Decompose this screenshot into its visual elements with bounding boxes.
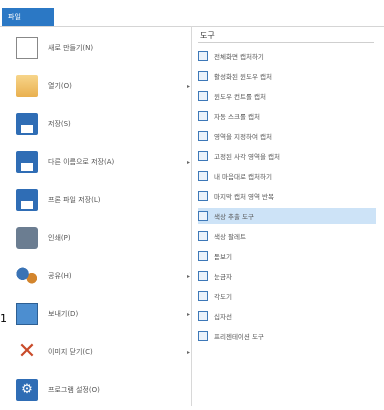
tools-menu-item[interactable]: 전체화면 캡처하기: [198, 48, 376, 64]
save-copy-icon: [16, 189, 38, 211]
submenu-arrow-icon: ▸: [186, 348, 190, 356]
tools-menu-item-label: 내 마음대로 캡처하기: [214, 173, 272, 181]
menu-bar: 파일: [0, 0, 384, 26]
file-menu-item[interactable]: 다른 이름으로 저장(A) ▸: [16, 146, 196, 178]
tool-icon: [198, 311, 208, 321]
tools-menu-item[interactable]: 자동 스크롤 캡처: [198, 108, 376, 124]
tool-icon: [198, 271, 208, 281]
file-menu-item-label: 열기(O): [48, 82, 72, 90]
tools-menu-item-label: 전체화면 캡처하기: [214, 53, 264, 61]
file-menu-item-label: 저장(S): [48, 120, 71, 128]
submenu-arrow-icon: ▸: [186, 310, 190, 318]
file-menu-item[interactable]: 공유(H) ▸: [16, 260, 196, 292]
tools-section-title: 도구: [200, 31, 215, 40]
tools-menu-item-label: 자동 스크롤 캡처: [214, 113, 260, 121]
printer-icon: [16, 227, 38, 249]
submenu-arrow-icon: ▸: [186, 82, 190, 90]
close-x-icon: ✕: [17, 339, 37, 364]
tool-icon: [198, 131, 208, 141]
tools-menu-item-label: 마지막 캡처 영역 반복: [214, 193, 275, 201]
file-menu-left-column: 새로 만들기(N) 열기(O) ▸ 저장(S) 다른 이름으로 저장(A) ▸ 프론 파일 …: [8, 26, 192, 406]
tool-icon: [198, 191, 208, 201]
tools-menu-item[interactable]: 고정된 사각 영역을 캡처: [198, 148, 376, 164]
tools-menu-item[interactable]: 색상 추출 도구: [198, 208, 376, 224]
file-menu-item[interactable]: 인쇄(P): [16, 222, 196, 254]
tool-icon: [198, 211, 208, 221]
tools-menu-item-label: 십자선: [214, 313, 232, 321]
tool-icon: [198, 51, 208, 61]
submenu-arrow-icon: ▸: [186, 158, 190, 166]
tools-menu-item-label: 활성화된 윈도우 캡처: [214, 73, 272, 81]
tools-submenu: 도구 전체화면 캡처하기활성화된 윈도우 캡처윈도우 컨트롤 캡처자동 스크롤 …: [196, 26, 382, 406]
save-as-icon: [16, 151, 38, 173]
file-menu-item-label: 새로 만들기(N): [48, 44, 94, 52]
tool-icon: [198, 111, 208, 121]
tool-icon: [198, 291, 208, 301]
tools-menu-item-label: 영역을 지정하여 캡처: [214, 133, 272, 141]
tools-menu-item[interactable]: 십자선: [198, 308, 376, 324]
document-icon: [16, 37, 38, 59]
tools-menu-item-label: 눈금자: [214, 273, 232, 281]
tools-menu-item-label: 돋보기: [214, 253, 232, 261]
annotation-number: 1: [0, 312, 7, 325]
file-menu-item[interactable]: ✕ 이미지 닫기(C) ▸: [16, 336, 196, 368]
tools-menu-item-label: 색상 팔레트: [214, 233, 246, 241]
file-menu-item-label: 프론 파일 저장(L): [48, 196, 101, 204]
tools-menu-item[interactable]: 눈금자: [198, 268, 376, 284]
tools-menu-item-label: 고정된 사각 영역을 캡처: [214, 153, 280, 161]
send-icon: [16, 303, 38, 325]
tools-menu-item[interactable]: 각도기: [198, 288, 376, 304]
tool-icon: [198, 91, 208, 101]
file-menu-item[interactable]: 저장(S): [16, 108, 196, 140]
tool-icon: [198, 251, 208, 261]
tool-icon: [198, 331, 208, 341]
file-menu-item[interactable]: 프론 파일 저장(L): [16, 184, 196, 216]
file-menu-item-label: 프로그램 설정(O): [48, 386, 100, 394]
tools-menu-item[interactable]: 영역을 지정하여 캡처: [198, 128, 376, 144]
tools-menu-item[interactable]: 활성화된 윈도우 캡처: [198, 68, 376, 84]
file-menu-item[interactable]: 열기(O) ▸: [16, 70, 196, 102]
file-menu-item[interactable]: ⚙ 프로그램 설정(O): [16, 374, 196, 406]
tool-icon: [198, 171, 208, 181]
tools-menu-item-label: 윈도우 컨트롤 캡처: [214, 93, 266, 101]
tools-menu-item[interactable]: 마지막 캡처 영역 반복: [198, 188, 376, 204]
file-tab[interactable]: 파일: [2, 8, 54, 26]
submenu-arrow-icon: ▸: [186, 272, 190, 280]
tools-menu-item-label: 각도기: [214, 293, 232, 301]
file-menu-item-label: 인쇄(P): [48, 234, 71, 242]
tools-menu-item[interactable]: 윈도우 컨트롤 캡처: [198, 88, 376, 104]
section-divider: [198, 42, 374, 43]
file-menu-item-label: 다른 이름으로 저장(A): [48, 158, 115, 166]
tools-menu-item[interactable]: 프리젠테이션 도구: [198, 328, 376, 344]
tools-menu-item[interactable]: 색상 팔레트: [198, 228, 376, 244]
share-icon: [16, 265, 38, 287]
tools-menu-item-label: 색상 추출 도구: [214, 213, 255, 221]
save-icon: [16, 113, 38, 135]
file-menu-item[interactable]: 새로 만들기(N): [16, 32, 196, 64]
tools-menu-item-label: 프리젠테이션 도구: [214, 333, 264, 341]
tools-menu-item[interactable]: 내 마음대로 캡처하기: [198, 168, 376, 184]
tools-menu-item[interactable]: 돋보기: [198, 248, 376, 264]
tool-icon: [198, 71, 208, 81]
file-menu-item-label: 보내기(D): [48, 310, 79, 318]
settings-icon: ⚙: [16, 379, 38, 401]
file-menu-item-label: 공유(H): [48, 272, 72, 280]
tool-icon: [198, 151, 208, 161]
file-menu-item-label: 이미지 닫기(C): [48, 348, 93, 356]
file-menu-item[interactable]: 보내기(D) ▸: [16, 298, 196, 330]
folder-icon: [16, 75, 38, 97]
tool-icon: [198, 231, 208, 241]
